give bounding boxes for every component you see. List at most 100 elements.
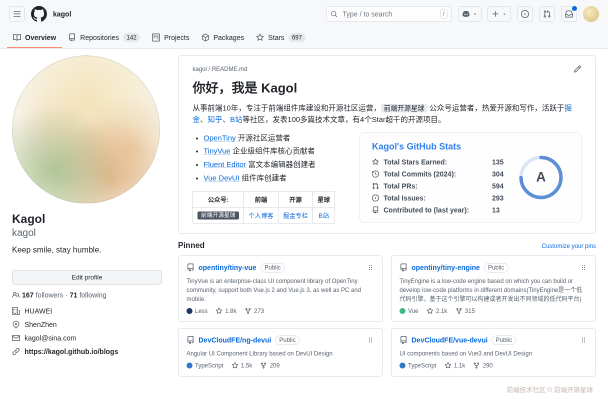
profile-nav: Overview Repositories 142 Projects Packa…	[0, 28, 608, 49]
grabber-icon[interactable]	[367, 336, 375, 344]
commits-icon	[372, 170, 379, 177]
tinyvue-link[interactable]: TinyVue	[204, 147, 231, 156]
table-cell: 前端开源星球	[193, 207, 244, 223]
list-item: OpenTiny 开源社区运营者	[204, 133, 352, 144]
hamburger-menu-button[interactable]	[9, 6, 25, 22]
star-icon	[231, 362, 238, 369]
fork-icon	[455, 307, 462, 314]
github-logo-icon[interactable]	[31, 6, 47, 22]
chevron-down-icon	[502, 12, 507, 17]
customize-pins-link[interactable]: Customize your pins	[542, 242, 596, 249]
issues-button[interactable]	[517, 6, 533, 22]
bilibili-table-link[interactable]: B站	[319, 212, 329, 219]
repo-description: TinyVue is an enterprise-class UI compon…	[187, 276, 375, 303]
issues-icon	[372, 194, 379, 201]
pull-requests-button[interactable]	[539, 6, 555, 22]
blog-link[interactable]: 个人博客	[249, 212, 274, 219]
profile-name: Kagol	[12, 213, 162, 227]
vue-devui-link[interactable]: Vue DevUI	[204, 174, 240, 183]
repo-icon	[187, 336, 195, 344]
repo-stars: 1.5k	[231, 362, 252, 369]
github-profile-page: kagol / Overview	[0, 0, 608, 400]
wechat-account-chip: 前端开源星球	[381, 104, 428, 113]
company-value: HUAWEI	[25, 307, 53, 315]
tab-packages[interactable]: Packages	[195, 28, 250, 48]
bilibili-link[interactable]: B站	[230, 116, 243, 125]
hamburger-icon	[13, 10, 21, 18]
repo-link[interactable]: DevCloudFE/vue-devui	[412, 336, 488, 344]
pinned-repo-card: opentiny/tiny-vue Public TinyVue is an e…	[178, 255, 383, 322]
opentiny-link[interactable]: OpenTiny	[204, 134, 236, 143]
readme-paragraph: 从事前端10年，专注于前端组件库建设和开源社区运营，前端开源星球 公众号运营者，…	[193, 103, 582, 126]
profile-avatar[interactable]	[12, 56, 160, 204]
list-item: TinyVue 企业级组件库核心贡献者	[204, 146, 352, 157]
profile-details: HUAWEI ShenZhen kagol@sina.com https://k…	[12, 307, 162, 356]
pinned-grid: opentiny/tiny-vue Public TinyVue is an e…	[178, 255, 596, 376]
tab-stars[interactable]: Stars 697	[250, 28, 311, 48]
profile-username: kagol	[12, 228, 162, 240]
grabber-icon[interactable]	[580, 336, 588, 344]
repo-link[interactable]: opentiny/tiny-engine	[412, 264, 480, 272]
pencil-icon[interactable]	[574, 65, 582, 73]
grabber-icon[interactable]	[367, 264, 375, 272]
language-dot	[400, 308, 406, 314]
tab-label: Overview	[25, 34, 56, 42]
repo-forks: 315	[455, 307, 475, 314]
search-input[interactable]	[342, 10, 436, 19]
zhihu-link[interactable]: 知乎	[208, 116, 223, 125]
grabber-icon[interactable]	[580, 264, 588, 272]
copilot-button[interactable]	[458, 6, 482, 22]
copilot-icon	[462, 10, 470, 18]
language-dot	[187, 308, 193, 314]
language-dot	[400, 362, 406, 368]
readme-header: kagol / README.md	[193, 65, 582, 73]
website-link[interactable]: https://kagol.github.io/blogs	[25, 348, 119, 356]
fluent-editor-link[interactable]: Fluent Editor	[204, 161, 247, 170]
star-icon	[444, 362, 451, 369]
repo-stars: 1.8k	[216, 307, 237, 314]
email-link[interactable]: kagol@sina.com	[25, 334, 77, 342]
tab-projects[interactable]: Projects	[146, 28, 195, 48]
star-icon	[256, 34, 264, 42]
juejin-column-link[interactable]: 掘金专栏	[283, 212, 308, 219]
visibility-badge: Public	[484, 263, 508, 273]
website-row: https://kagol.github.io/blogs	[12, 348, 162, 356]
fork-icon	[245, 307, 252, 314]
rank-grade: A	[518, 154, 564, 200]
pinned-repo-card: DevCloudFE/vue-devui Public UI component…	[391, 328, 596, 377]
slash-key-icon: /	[440, 10, 448, 19]
repo-icon	[400, 336, 408, 344]
stats-title: Kagol's GitHub Stats	[372, 141, 569, 152]
issue-opened-icon	[521, 10, 529, 18]
edit-profile-button[interactable]: Edit profile	[12, 270, 162, 285]
repo-language: Vue	[400, 307, 419, 314]
tab-label: Repositories	[80, 34, 119, 42]
pinned-repo-card: opentiny/tiny-engine Public TinyEngine i…	[391, 255, 596, 322]
repo-link[interactable]: DevCloudFE/ng-devui	[199, 336, 272, 344]
table-header: 星球	[313, 191, 335, 207]
stat-row: Contributed to (last year): 13	[372, 206, 569, 214]
repo-link[interactable]: opentiny/tiny-vue	[199, 264, 257, 272]
following-link[interactable]: 71 following	[70, 291, 107, 299]
user-avatar[interactable]	[583, 6, 599, 22]
notifications-button[interactable]	[561, 6, 577, 22]
top-bar: kagol /	[0, 0, 608, 28]
readme-table: 公众号: 前端 开源 星球 前端开源星球 个人博客 掘金专栏 B站	[193, 191, 336, 224]
table-cell: 掘金专栏	[278, 207, 313, 223]
followers-link[interactable]: 167 followers	[22, 291, 63, 299]
tab-label: Projects	[164, 34, 189, 42]
create-new-button[interactable]	[488, 6, 512, 22]
tab-repositories[interactable]: Repositories 142	[62, 28, 146, 48]
search-box[interactable]: /	[326, 6, 452, 22]
location-row: ShenZhen	[12, 321, 162, 329]
pinned-heading: Pinned	[178, 241, 205, 250]
stars-count-badge: 697	[288, 33, 305, 42]
visibility-badge: Public	[260, 263, 284, 273]
fork-icon	[473, 362, 480, 369]
people-icon	[12, 291, 20, 299]
wechat-badge: 前端开源星球	[198, 212, 240, 220]
contributed-icon	[372, 206, 379, 213]
project-icon	[152, 34, 160, 42]
tab-overview[interactable]: Overview	[7, 28, 62, 48]
readme-title: 你好，我是 Kagol	[193, 78, 582, 97]
